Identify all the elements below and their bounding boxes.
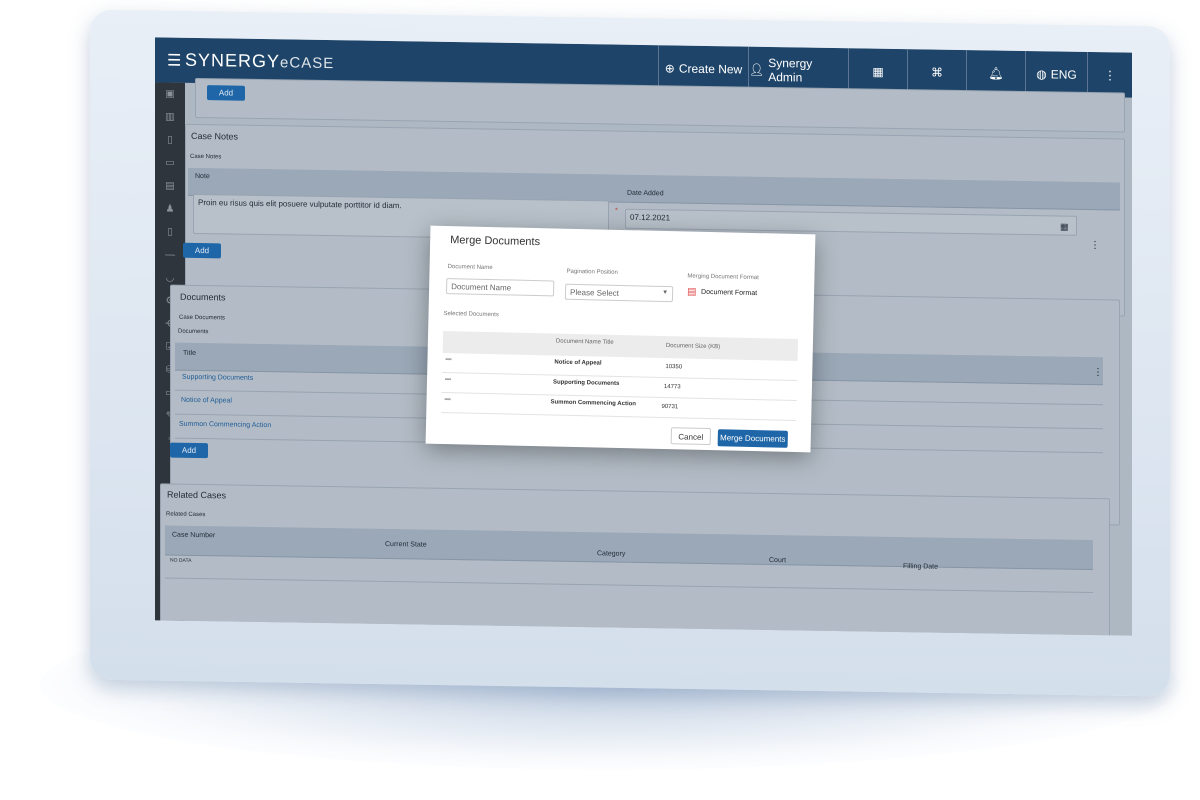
select-value: Please Select — [569, 287, 620, 298]
format-value: Document Format — [701, 288, 758, 298]
document-name: Supporting Documents — [552, 379, 620, 387]
column-header: Case Number — [172, 531, 216, 540]
empty-state: NO DATA — [170, 557, 192, 564]
dialog-title: Merge Documents — [450, 234, 541, 249]
document-size: 10350 — [665, 364, 683, 371]
user-icon: 👤︎ — [749, 62, 765, 77]
kebab-icon[interactable]: ⋮ — [1090, 240, 1100, 251]
bell-icon: 🔔︎ — [988, 65, 1004, 81]
divider: — — [165, 249, 175, 261]
divider — [442, 371, 798, 382]
kebab-icon: ⋮ — [1104, 67, 1116, 82]
chevron-down-icon: ▼ — [662, 289, 669, 297]
calendar-icon[interactable]: ▦ — [1060, 222, 1069, 233]
field-label: Case Notes — [190, 153, 222, 161]
field-label: Related Cases — [166, 511, 206, 519]
calculator-icon[interactable]: ▤ — [155, 174, 185, 197]
column-header: Current State — [385, 540, 427, 549]
cancel-button[interactable]: Cancel — [670, 427, 712, 446]
briefcase-icon[interactable]: ▭ — [155, 151, 185, 174]
field-label: Selected Documents — [443, 310, 499, 319]
column-header: Date Added — [627, 189, 664, 198]
book-icon[interactable]: ▯ — [155, 220, 185, 243]
column-header: Document Name Title — [555, 338, 614, 346]
field-label: Case Documents — [179, 314, 226, 322]
section-title: Documents — [180, 291, 226, 303]
document-size: 14773 — [663, 383, 681, 391]
add-document-button[interactable]: Add — [170, 442, 208, 459]
calendar-icon: ▦ — [872, 64, 884, 79]
field-label: Documents — [178, 328, 209, 336]
kebab-icon[interactable]: ⋮ — [1093, 367, 1103, 378]
document-name-input[interactable]: Document Name — [445, 278, 555, 297]
document-link[interactable]: Summon Commencing Action — [179, 421, 271, 429]
column-header: Court — [769, 556, 787, 565]
person-icon[interactable]: ♟ — [155, 197, 185, 220]
merge-documents-dialog: Merge Documents Document Name Document N… — [425, 225, 816, 453]
column-header: Category — [597, 550, 626, 558]
merge-documents-button[interactable]: Merge Documents — [717, 429, 788, 448]
divider — [441, 391, 797, 402]
dashboard-icon[interactable]: ▣ — [155, 82, 185, 105]
field-label: Merging Document Format — [687, 273, 759, 282]
column-header: Document Size (KB) — [665, 343, 721, 351]
field-label: Pagination Position — [566, 268, 618, 276]
add-note-button[interactable]: Add — [183, 242, 221, 259]
network-icon: ⌘ — [931, 65, 943, 80]
document-name: Summon Commencing Action — [550, 399, 637, 408]
hamburger-menu-icon[interactable]: ☰ — [167, 51, 181, 71]
logo: SYNERGYeCASE — [185, 49, 335, 73]
pagination-position-select[interactable]: Please Select ▼ — [564, 283, 674, 303]
column-header: Filling Date — [903, 563, 939, 571]
document-size: 90731 — [661, 403, 679, 411]
section-title: Related Cases — [167, 489, 227, 501]
pdf-icon: ▤ — [686, 286, 697, 298]
required-asterisk: * — [615, 207, 618, 215]
document-link[interactable]: Supporting Documents — [182, 374, 253, 382]
document-name: Notice of Appeal — [554, 359, 602, 367]
selected-documents-header — [442, 330, 799, 362]
drag-handle-icon[interactable]: ▬ — [445, 356, 451, 362]
network-button[interactable]: ⌘ — [907, 49, 966, 96]
document-icon[interactable]: ▯ — [155, 128, 185, 151]
column-header: Title — [183, 349, 196, 357]
document-link[interactable]: Notice of Appeal — [181, 397, 232, 405]
calendar-button[interactable]: ▦ — [848, 48, 907, 95]
divider — [441, 411, 797, 422]
drag-handle-icon[interactable]: ▬ — [445, 396, 451, 402]
column-header: Note — [195, 172, 210, 181]
notifications-button[interactable]: 🔔︎ — [966, 50, 1025, 96]
chart-icon[interactable]: ▥ — [155, 105, 185, 128]
language-button[interactable]: ◍ ENG — [1025, 50, 1087, 97]
section-title: Case Notes — [191, 130, 239, 142]
drag-handle-icon[interactable]: ▬ — [445, 376, 451, 382]
globe-icon: ◍ — [1036, 66, 1047, 81]
add-button[interactable]: Add — [207, 85, 245, 101]
field-label: Document Name — [447, 264, 493, 272]
plus-circle-icon: ⊕ — [664, 60, 675, 75]
more-button[interactable]: ⋮ — [1087, 51, 1132, 98]
